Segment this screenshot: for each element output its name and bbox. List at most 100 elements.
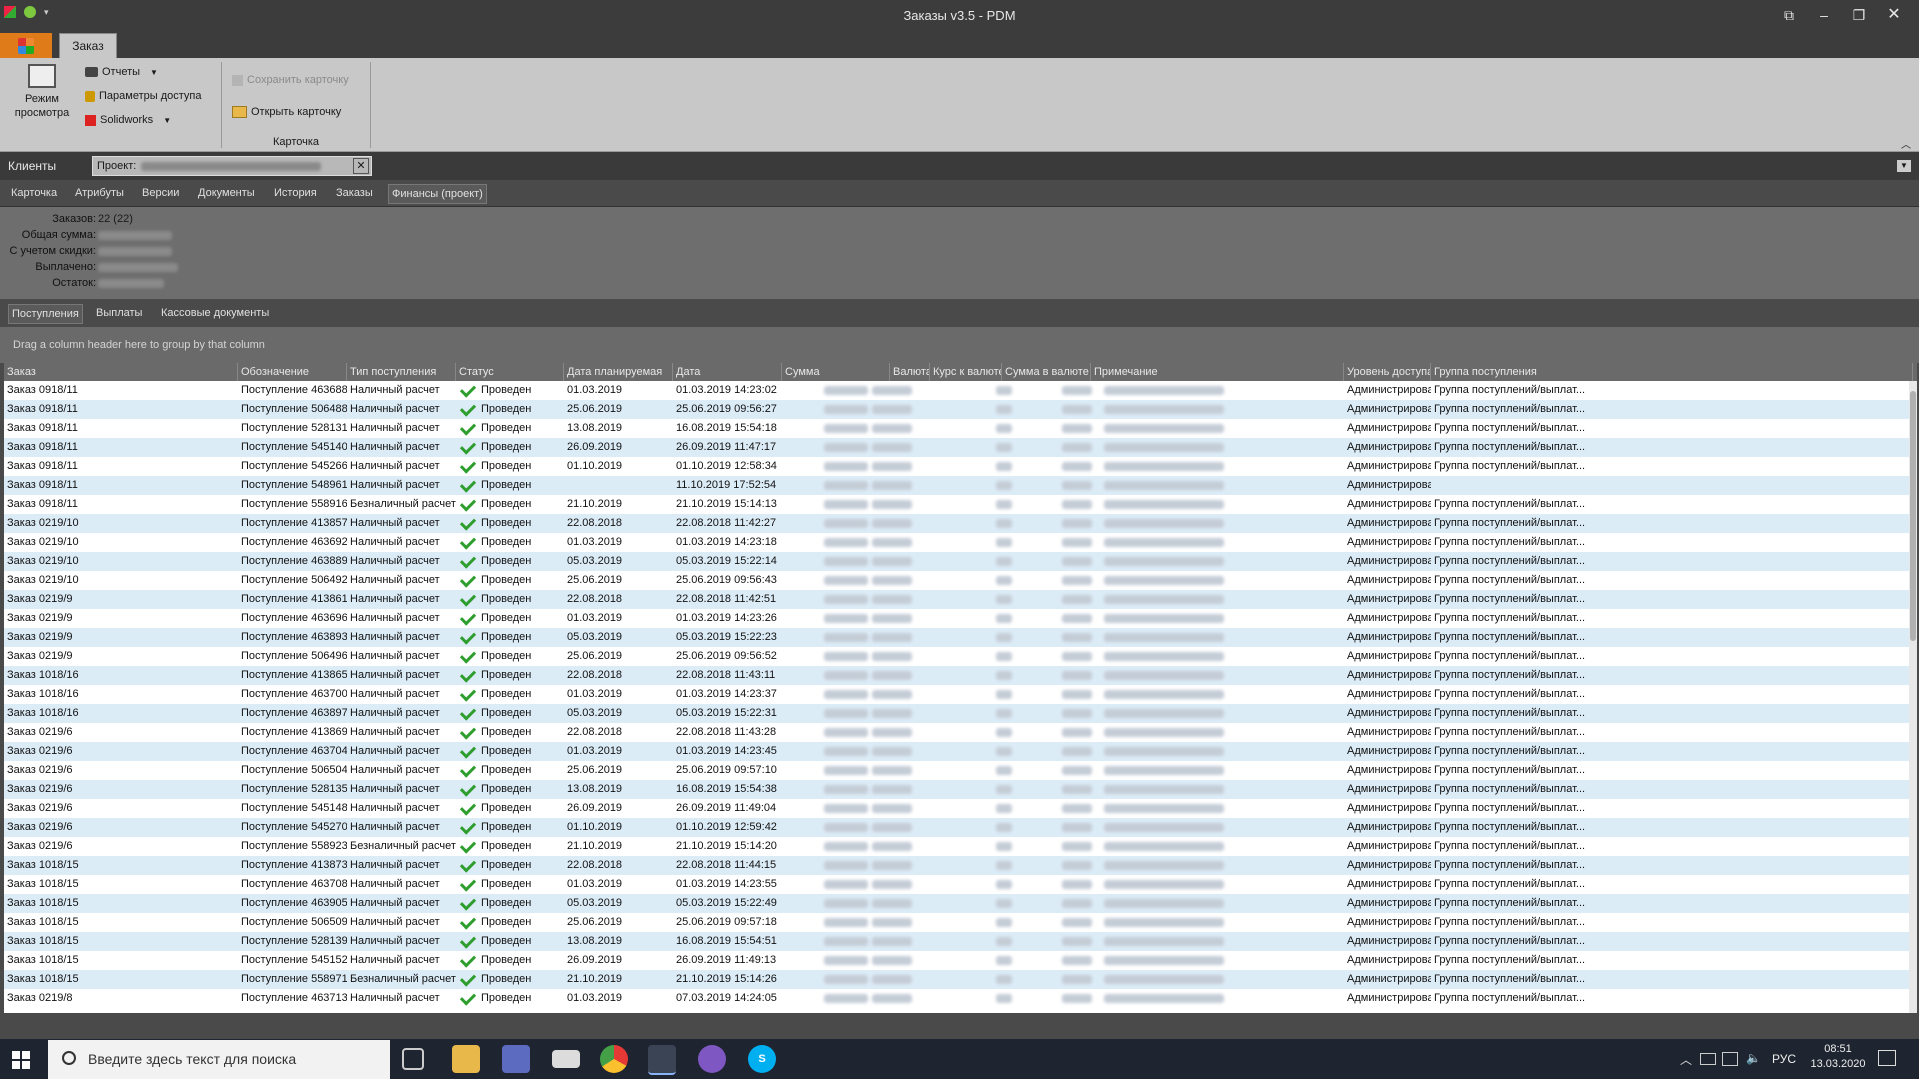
table-row[interactable]: Заказ 0918/11 Поступление 463688 Наличный … [4, 381, 1917, 400]
column-header[interactable]: Примечание [1091, 363, 1344, 381]
column-header[interactable]: Валюта [890, 363, 930, 381]
table-row[interactable]: Заказ 1018/16 Поступление 463700 Наличный … [4, 685, 1917, 704]
table-row[interactable]: Заказ 0918/11 Поступление 545266 Наличный … [4, 457, 1917, 476]
table-row[interactable]: Заказ 0219/10 Поступление 506492 Наличный … [4, 571, 1917, 590]
save-card-button[interactable]: Сохранить карточку [232, 74, 349, 86]
close-icon[interactable]: ✕ [353, 158, 369, 174]
column-header[interactable]: Сумма в валюте зак [1002, 363, 1091, 381]
column-header[interactable]: Уровень доступа [1344, 363, 1431, 381]
chrome-icon[interactable] [600, 1045, 628, 1073]
subtab-finance[interactable]: Финансы (проект) [388, 184, 487, 204]
subtab-attributes[interactable]: Атрибуты [72, 184, 127, 202]
file-explorer-icon[interactable] [452, 1045, 480, 1073]
minimize-button[interactable]: – [1810, 4, 1838, 26]
column-header[interactable]: Заказ [4, 363, 238, 381]
table-row[interactable]: Заказ 0219/8 Поступление 463713 Наличный р… [4, 989, 1917, 1008]
table-row[interactable]: Заказ 0219/9 Поступление 506496 Наличный р… [4, 647, 1917, 666]
table-row[interactable]: Заказ 0219/9 Поступление 463696 Наличный р… [4, 609, 1917, 628]
maximize-button[interactable]: ❐ [1845, 4, 1873, 26]
subtab-orders[interactable]: Заказы [333, 184, 376, 202]
subtab-card[interactable]: Карточка [8, 184, 60, 202]
table-row[interactable]: Заказ 0219/6 Поступление 528135 Наличный р… [4, 780, 1917, 799]
column-header[interactable]: Сумма [782, 363, 890, 381]
vertical-scrollbar[interactable] [1909, 381, 1917, 1013]
notifications-icon[interactable] [1878, 1050, 1896, 1066]
solidworks-button[interactable]: Solidworks ▼ [85, 114, 171, 126]
task-view-icon[interactable] [402, 1048, 424, 1070]
table-row[interactable]: Заказ 1018/16 Поступление 413865 Наличный … [4, 666, 1917, 685]
mail-icon[interactable] [552, 1050, 580, 1068]
collapse-ribbon-icon[interactable]: ︿ [1901, 136, 1911, 151]
table-cell: 01.03.2019 [567, 384, 623, 396]
table-row[interactable]: Заказ 0219/6 Поступление 545270 Наличный р… [4, 818, 1917, 837]
paid-sum-value [98, 263, 178, 272]
table-row[interactable]: Заказ 0219/10 Поступление 413857 Наличный … [4, 514, 1917, 533]
column-header[interactable]: Группа поступления [1431, 363, 1913, 381]
table-row[interactable]: Заказ 1018/15 Поступление 413873 Наличный … [4, 856, 1917, 875]
skype-icon[interactable]: S [748, 1045, 776, 1073]
tab-receipts[interactable]: Поступления [8, 304, 83, 324]
restore-layout-icon[interactable]: ⧉ [1775, 4, 1803, 26]
column-header[interactable]: Дата планируемая [564, 363, 673, 381]
volume-icon[interactable]: 🔈 [1746, 1051, 1761, 1065]
redacted-value [824, 937, 868, 946]
status-text: Проведен [481, 650, 532, 662]
viber-icon[interactable] [698, 1045, 726, 1073]
table-row[interactable]: Заказ 1018/15 Поступление 528139 Наличный … [4, 932, 1917, 951]
clock[interactable]: 08:51 13.03.2020 [1808, 1043, 1868, 1070]
table-row[interactable]: Заказ 1018/15 Поступление 506509 Наличный … [4, 913, 1917, 932]
tab-clients[interactable]: Клиенты [8, 159, 56, 173]
group-panel[interactable]: Drag a column header here to group by th… [0, 327, 1919, 363]
subtab-history[interactable]: История [271, 184, 320, 202]
table-row[interactable]: Заказ 1018/15 Поступление 545152 Наличный … [4, 951, 1917, 970]
table-cell: 26.09.2019 11:49:04 [676, 802, 777, 814]
tab-order[interactable]: Заказ [59, 33, 117, 59]
view-mode-button[interactable]: Режим просмотра [8, 64, 76, 120]
subtab-documents[interactable]: Документы [195, 184, 258, 202]
close-button[interactable]: ✕ [1880, 4, 1908, 26]
table-row[interactable]: Заказ 0219/6 Поступление 463704 Наличный р… [4, 742, 1917, 761]
column-header[interactable]: Статус [456, 363, 564, 381]
column-header[interactable]: Курс к валюте з [930, 363, 1002, 381]
subtab-versions[interactable]: Версии [139, 184, 182, 202]
status-text: Проведен [481, 840, 532, 852]
tab-cash-documents[interactable]: Кассовые документы [158, 304, 272, 322]
table-row[interactable]: Заказ 0219/10 Поступление 463889 Наличный … [4, 552, 1917, 571]
tab-project[interactable]: Проект: ✕ [92, 156, 372, 176]
pdm-app-icon[interactable] [648, 1045, 676, 1075]
table-row[interactable]: Заказ 0219/6 Поступление 545148 Наличный р… [4, 799, 1917, 818]
store-icon[interactable] [502, 1045, 530, 1073]
table-row[interactable]: Заказ 0219/6 Поступление 506504 Наличный р… [4, 761, 1917, 780]
column-header[interactable]: Обозначение [238, 363, 347, 381]
table-row[interactable]: Заказ 0918/11 Поступление 528131 Наличный … [4, 419, 1917, 438]
column-header[interactable]: Тип поступления [347, 363, 456, 381]
language-indicator[interactable]: РУС [1772, 1052, 1796, 1066]
open-card-button[interactable]: Открыть карточку [232, 106, 341, 118]
reports-button[interactable]: Отчеты ▼ [85, 66, 158, 78]
scrollbar-thumb[interactable] [1910, 391, 1916, 641]
tab-payments[interactable]: Выплаты [93, 304, 145, 322]
table-row[interactable]: Заказ 0219/6 Поступление 558923 Безналичны… [4, 837, 1917, 856]
access-settings-button[interactable]: Параметры доступа [85, 90, 201, 102]
battery-icon[interactable] [1700, 1053, 1716, 1065]
tray-chevron-icon[interactable]: ︿ [1680, 1051, 1692, 1068]
table-row[interactable]: Заказ 0219/10 Поступление 463692 Наличный … [4, 533, 1917, 552]
table-row[interactable]: Заказ 1018/15 Поступление 463905 Наличный … [4, 894, 1917, 913]
column-header[interactable]: Дата [673, 363, 782, 381]
table-cell: 01.03.2019 [567, 878, 623, 890]
network-icon[interactable] [1722, 1052, 1738, 1066]
table-row[interactable]: Заказ 0918/11 Поступление 545140 Наличный … [4, 438, 1917, 457]
table-row[interactable]: Заказ 1018/15 Поступление 463708 Наличный … [4, 875, 1917, 894]
table-row[interactable]: Заказ 0918/11 Поступление 548961 Наличный … [4, 476, 1917, 495]
table-row[interactable]: Заказ 1018/16 Поступление 463897 Наличный … [4, 704, 1917, 723]
table-row[interactable]: Заказ 0219/6 Поступление 413869 Наличный р… [4, 723, 1917, 742]
table-row[interactable]: Заказ 0918/11 Поступление 558916 Безналичн… [4, 495, 1917, 514]
taskbar-search[interactable]: Введите здесь текст для поиска [48, 1040, 390, 1079]
app-menu-button[interactable] [0, 33, 52, 58]
windows-start-icon[interactable] [12, 1051, 30, 1069]
table-row[interactable]: Заказ 0918/11 Поступление 506488 Наличный … [4, 400, 1917, 419]
tab-list-dropdown-icon[interactable]: ▼ [1897, 160, 1911, 172]
table-row[interactable]: Заказ 1018/15 Поступление 558971 Безналичн… [4, 970, 1917, 989]
table-row[interactable]: Заказ 0219/9 Поступление 463893 Наличный р… [4, 628, 1917, 647]
table-row[interactable]: Заказ 0219/9 Поступление 413861 Наличный р… [4, 590, 1917, 609]
